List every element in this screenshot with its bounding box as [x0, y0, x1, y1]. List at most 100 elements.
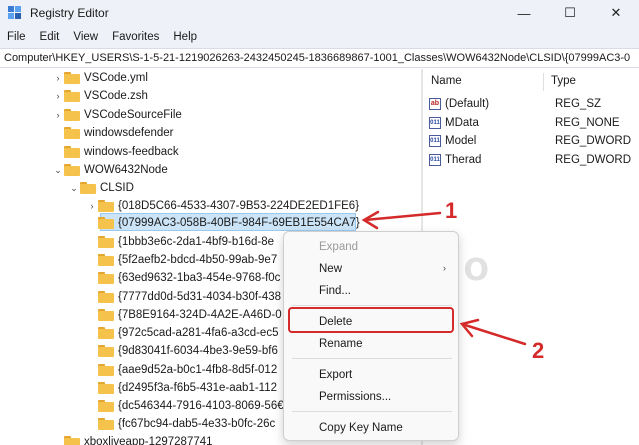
- tree-item[interactable]: {aae9d52a-b0c1-4fb8-8d5f-012: [86, 361, 277, 379]
- column-header-name[interactable]: Name: [431, 75, 462, 87]
- tree-item-label: WOW6432Node: [84, 164, 168, 176]
- folder-icon: [98, 309, 114, 321]
- value-name: MData: [445, 117, 479, 129]
- folder-icon: [98, 236, 114, 248]
- tree-item-label: {972c5cad-a281-4fa6-a3cd-ec5: [118, 327, 279, 339]
- close-button[interactable]: ✕: [593, 0, 639, 26]
- folder-icon: [98, 400, 114, 412]
- tree-item-label: VSCode.yml: [84, 72, 148, 84]
- tree-item-label: {5f2aefb2-bdcd-4b50-99ab-9e7: [118, 254, 278, 266]
- folder-icon: [98, 254, 114, 266]
- menu-view[interactable]: View: [66, 31, 105, 43]
- menu-help[interactable]: Help: [166, 31, 204, 43]
- menu-bar: File Edit View Favorites Help: [0, 26, 639, 48]
- folder-icon: [98, 364, 114, 376]
- title-bar: Registry Editor — ☐ ✕: [0, 0, 639, 26]
- folder-icon: [98, 345, 114, 357]
- folder-icon: [64, 72, 80, 84]
- tree-item[interactable]: {fc67bc94-dab5-4e33-b0fc-26c: [86, 415, 275, 433]
- menu-item-export[interactable]: Export: [319, 369, 352, 381]
- menu-divider: [292, 411, 452, 412]
- binary-value-icon: 011: [429, 135, 441, 147]
- tree-item[interactable]: ⌄ WOW6432Node: [52, 161, 168, 179]
- tree-item[interactable]: › VSCode.yml: [52, 69, 148, 87]
- value-name: Therad: [445, 154, 482, 166]
- value-type: REG_NONE: [555, 117, 620, 129]
- chevron-down-icon[interactable]: ⌄: [52, 165, 64, 176]
- folder-icon: [98, 200, 114, 212]
- minimize-button[interactable]: —: [501, 0, 547, 26]
- value-row[interactable]: ab (Default) REG_SZ: [429, 95, 639, 113]
- menu-divider: [292, 358, 452, 359]
- menu-item-copy-key-name[interactable]: Copy Key Name: [319, 422, 403, 434]
- folder-icon: [98, 272, 114, 284]
- menu-edit[interactable]: Edit: [33, 31, 67, 43]
- chevron-right-icon[interactable]: ›: [86, 201, 98, 211]
- tree-item[interactable]: {5f2aefb2-bdcd-4b50-99ab-9e7: [86, 251, 277, 269]
- folder-icon: [98, 382, 114, 394]
- tree-item-label: {1bbb3e6c-2da1-4bf9-b16d-8e: [118, 236, 275, 248]
- string-value-icon: ab: [429, 98, 441, 110]
- tree-item-label: xboxliveapp-1297287741: [84, 436, 213, 445]
- binary-value-icon: 011: [429, 117, 441, 129]
- window-controls: — ☐ ✕: [501, 0, 639, 26]
- menu-divider: [292, 305, 452, 306]
- maximize-button[interactable]: ☐: [547, 0, 593, 26]
- value-type: REG_DWORD: [555, 135, 632, 147]
- value-row[interactable]: 011 Therad REG_DWORD: [429, 151, 639, 169]
- folder-icon: [64, 109, 80, 121]
- tree-item-label: {7B8E9164-324D-4A2E-A46D-0: [118, 309, 282, 321]
- tree-item-label: VSCode.zsh: [84, 90, 148, 102]
- tree-item[interactable]: windowsdefender: [52, 124, 174, 142]
- folder-icon: [98, 327, 114, 339]
- tree-item[interactable]: xboxliveapp-1297287741: [52, 433, 213, 445]
- menu-item-rename[interactable]: Rename: [319, 338, 362, 350]
- tree-item[interactable]: {9d83041f-6034-4be3-9e59-bf6: [86, 342, 278, 360]
- tree-item[interactable]: {dc546344-7916-4103-8069-56€: [86, 397, 284, 415]
- registry-editor-icon: [8, 6, 22, 20]
- tree-item-label: windowsdefender: [84, 127, 174, 139]
- address-bar[interactable]: Computer\HKEY_USERS\S-1-5-21-1219026263-…: [0, 48, 639, 68]
- folder-icon: [64, 436, 80, 445]
- tree-item[interactable]: {972c5cad-a281-4fa6-a3cd-ec5: [86, 324, 278, 342]
- menu-item-permissions[interactable]: Permissions...: [319, 391, 391, 403]
- tree-item[interactable]: {1bbb3e6c-2da1-4bf9-b16d-8e: [86, 233, 274, 251]
- tree-item[interactable]: › VSCodeSourceFile: [52, 106, 182, 124]
- value-type: REG_DWORD: [555, 154, 632, 166]
- tree-item-label: {d2495f3a-f6b5-431e-aab1-112: [118, 382, 278, 394]
- chevron-right-icon[interactable]: ›: [52, 73, 64, 83]
- column-divider[interactable]: [543, 73, 544, 91]
- tree-item-label: {7777dd0d-5d31-4034-b30f-438: [118, 291, 282, 303]
- tree-item[interactable]: › VSCode.zsh: [52, 87, 148, 105]
- tree-item-label: {9d83041f-6034-4be3-9e59-bf6: [118, 345, 278, 357]
- folder-icon: [98, 217, 114, 229]
- tree-item[interactable]: {7B8E9164-324D-4A2E-A46D-0: [86, 306, 282, 324]
- binary-value-icon: 011: [429, 154, 441, 166]
- tree-item[interactable]: {7777dd0d-5d31-4034-b30f-438: [86, 288, 281, 306]
- chevron-right-icon[interactable]: ›: [52, 91, 64, 101]
- value-row[interactable]: 011 MData REG_NONE: [429, 114, 639, 132]
- folder-icon: [64, 146, 80, 158]
- chevron-down-icon[interactable]: ⌄: [68, 183, 80, 194]
- value-type: REG_SZ: [555, 98, 602, 110]
- folder-icon: [64, 90, 80, 102]
- folder-icon: [98, 418, 114, 430]
- window-title: Registry Editor: [30, 6, 109, 20]
- tree-item[interactable]: {d2495f3a-f6b5-431e-aab1-112: [86, 379, 277, 397]
- tree-item[interactable]: ⌄ CLSID: [68, 179, 134, 197]
- value-row[interactable]: 011 Model REG_DWORD: [429, 132, 639, 150]
- tree-item[interactable]: {63ed9632-1ba3-454e-9768-f0c: [86, 269, 280, 287]
- menu-file[interactable]: File: [0, 31, 33, 43]
- column-header-type[interactable]: Type: [551, 75, 576, 87]
- menu-favorites[interactable]: Favorites: [105, 31, 166, 43]
- tree-item-label: CLSID: [100, 182, 134, 194]
- tree-item-label: {fc67bc94-dab5-4e33-b0fc-26c: [118, 418, 276, 430]
- tree-item[interactable]: windows-feedback: [52, 143, 179, 161]
- menu-item-new[interactable]: New: [319, 263, 342, 275]
- tree-item-label: windows-feedback: [84, 146, 179, 158]
- tree-item-selected[interactable]: {07999AC3-058B-40BF-984F-69EB1E554CA7}: [86, 214, 360, 232]
- menu-item-find[interactable]: Find...: [319, 285, 351, 297]
- tree-item[interactable]: › {018D5C66-4533-4307-9B53-224DE2ED1FE6}: [86, 197, 359, 215]
- folder-icon: [80, 182, 96, 194]
- chevron-right-icon[interactable]: ›: [52, 110, 64, 120]
